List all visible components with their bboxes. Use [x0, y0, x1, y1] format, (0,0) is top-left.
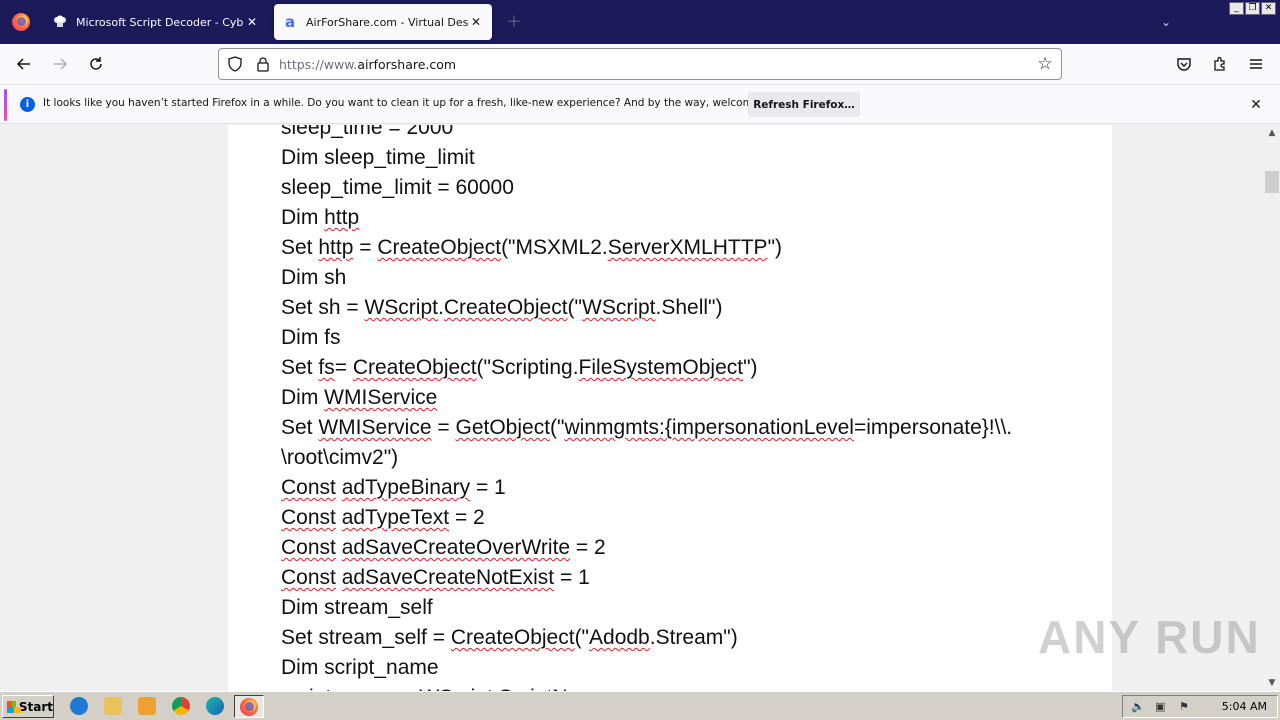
code-line: Dim sleep_time_limit — [281, 146, 475, 169]
volume-icon[interactable]: 🔈 — [1131, 701, 1145, 713]
code-line: Set WMIService = GetObject("winmgmts:{im… — [281, 416, 1013, 439]
close-icon[interactable]: ✕ — [1247, 96, 1265, 114]
tab-title: AirForShare.com - Virtual Desktop Clipbo… — [306, 15, 468, 29]
notification-message: It looks like you haven’t started Firefo… — [43, 97, 792, 109]
clipboard-text[interactable]: sleep_time = 2000 Dim sleep_time_limitsle… — [281, 125, 1061, 691]
firefox-icon — [12, 13, 30, 31]
start-label: Start — [18, 699, 53, 714]
tab-airforshare[interactable]: a AirForShare.com - Virtual Desktop Clip… — [274, 4, 492, 40]
code-line: Dim fs — [281, 326, 341, 349]
refresh-firefox-button[interactable]: Refresh Firefox… — [748, 92, 860, 117]
notification-accent — [4, 89, 7, 121]
hamburger-menu-icon[interactable] — [1244, 52, 1268, 76]
star-icon[interactable]: ☆ — [1035, 54, 1055, 74]
code-line: Dim WMIService — [281, 386, 438, 409]
code-line: Dim script_name — [281, 656, 439, 679]
refresh-firefox-notification: i It looks like you haven’t started Fire… — [0, 84, 1280, 124]
page-gutter — [152, 125, 228, 691]
extensions-icon[interactable] — [1208, 52, 1232, 76]
new-tab-plus-icon[interactable]: + — [504, 12, 524, 32]
code-line: sleep_time = 2000 — [281, 125, 454, 139]
url-bar[interactable]: https://www.airforshare.com ☆ — [218, 48, 1062, 80]
internet-explorer-icon[interactable] — [70, 697, 88, 715]
vertical-scrollbar[interactable]: ▲ ▼ — [1264, 125, 1280, 691]
reload-icon[interactable] — [84, 52, 108, 76]
code-line: Const adSaveCreateNotExist = 1 — [281, 566, 590, 589]
code-line: Set stream_self = CreateObject("Adodb.St… — [281, 626, 738, 649]
tab-strip: Microsoft Script Decoder - CyberChef ✕ a… — [0, 0, 1280, 44]
arrow-right-icon[interactable] — [48, 52, 72, 76]
code-line: Const adTypeText = 2 — [281, 506, 485, 529]
chevron-down-icon[interactable]: ⌄ — [1156, 12, 1176, 32]
code-line: Set sh = WScript.CreateObject("WScript.S… — [281, 296, 723, 319]
page-viewport: sleep_time = 2000 Dim sleep_time_limitsle… — [0, 125, 1264, 691]
scrollbar-thumb[interactable] — [1265, 171, 1279, 193]
network-icon[interactable]: ▣ — [1155, 701, 1167, 713]
edge-icon[interactable] — [206, 697, 224, 715]
code-line: Const adTypeBinary = 1 — [281, 476, 506, 499]
code-line: sleep_time_limit = 60000 — [281, 176, 514, 199]
lock-icon[interactable] — [255, 56, 271, 72]
firefox-view-button[interactable] — [0, 0, 42, 44]
tab-close-icon[interactable]: ✕ — [468, 14, 484, 30]
url-prefix: https://www. — [279, 57, 358, 72]
minimize-window-icon[interactable]: _ — [1229, 2, 1244, 15]
info-icon: i — [20, 97, 35, 112]
taskbar: Start 🔈 ▣ ⚑ 5:04 AM — [0, 691, 1280, 720]
code-line: Set http = CreateObject("MSXML2.ServerXM… — [281, 236, 783, 259]
pocket-icon[interactable] — [1172, 52, 1196, 76]
windows-logo-icon — [7, 700, 21, 713]
scroll-down-icon[interactable]: ▼ — [1264, 675, 1280, 691]
taskbar-firefox-button[interactable] — [234, 695, 264, 718]
code-line: script_name = WScript.ScriptName — [281, 683, 1061, 691]
restore-window-icon[interactable]: ❐ — [1245, 2, 1260, 15]
tab-close-icon[interactable]: ✕ — [244, 14, 260, 30]
tab-cyberchef[interactable]: Microsoft Script Decoder - CyberChef ✕ — [44, 4, 268, 40]
clock: 5:04 AM — [1221, 700, 1267, 713]
flag-icon[interactable]: ⚑ — [1179, 701, 1191, 713]
media-player-icon[interactable] — [138, 697, 156, 715]
start-button[interactable]: Start — [2, 695, 54, 718]
scroll-up-icon[interactable]: ▲ — [1264, 125, 1280, 141]
shield-icon[interactable] — [227, 56, 243, 72]
code-line: Dim sh — [281, 266, 347, 289]
tab-title: Microsoft Script Decoder - CyberChef — [76, 15, 244, 29]
code-line: \root\cimv2") — [281, 446, 399, 469]
url-text[interactable]: https://www.airforshare.com — [279, 57, 456, 72]
code-line: Dim stream_self — [281, 596, 433, 619]
folder-icon[interactable] — [104, 697, 122, 715]
arrow-left-icon[interactable] — [12, 52, 36, 76]
firefox-icon — [240, 698, 258, 716]
code-line: Set fs= CreateObject("Scripting.FileSyst… — [281, 356, 758, 379]
code-line: Const adSaveCreateOverWrite = 2 — [281, 536, 606, 559]
system-tray: 🔈 ▣ ⚑ 5:04 AM — [1122, 695, 1278, 718]
navigation-toolbar: https://www.airforshare.com ☆ — [0, 44, 1280, 84]
chrome-icon[interactable] — [172, 697, 190, 715]
anyrun-watermark: ANY RUN — [1038, 611, 1261, 663]
url-domain: airforshare.com — [357, 57, 457, 72]
airforshare-favicon-icon: a — [284, 13, 296, 31]
code-line: Dim http — [281, 206, 360, 229]
chef-hat-icon — [52, 14, 68, 30]
close-window-icon[interactable]: ✕ — [1261, 2, 1276, 15]
